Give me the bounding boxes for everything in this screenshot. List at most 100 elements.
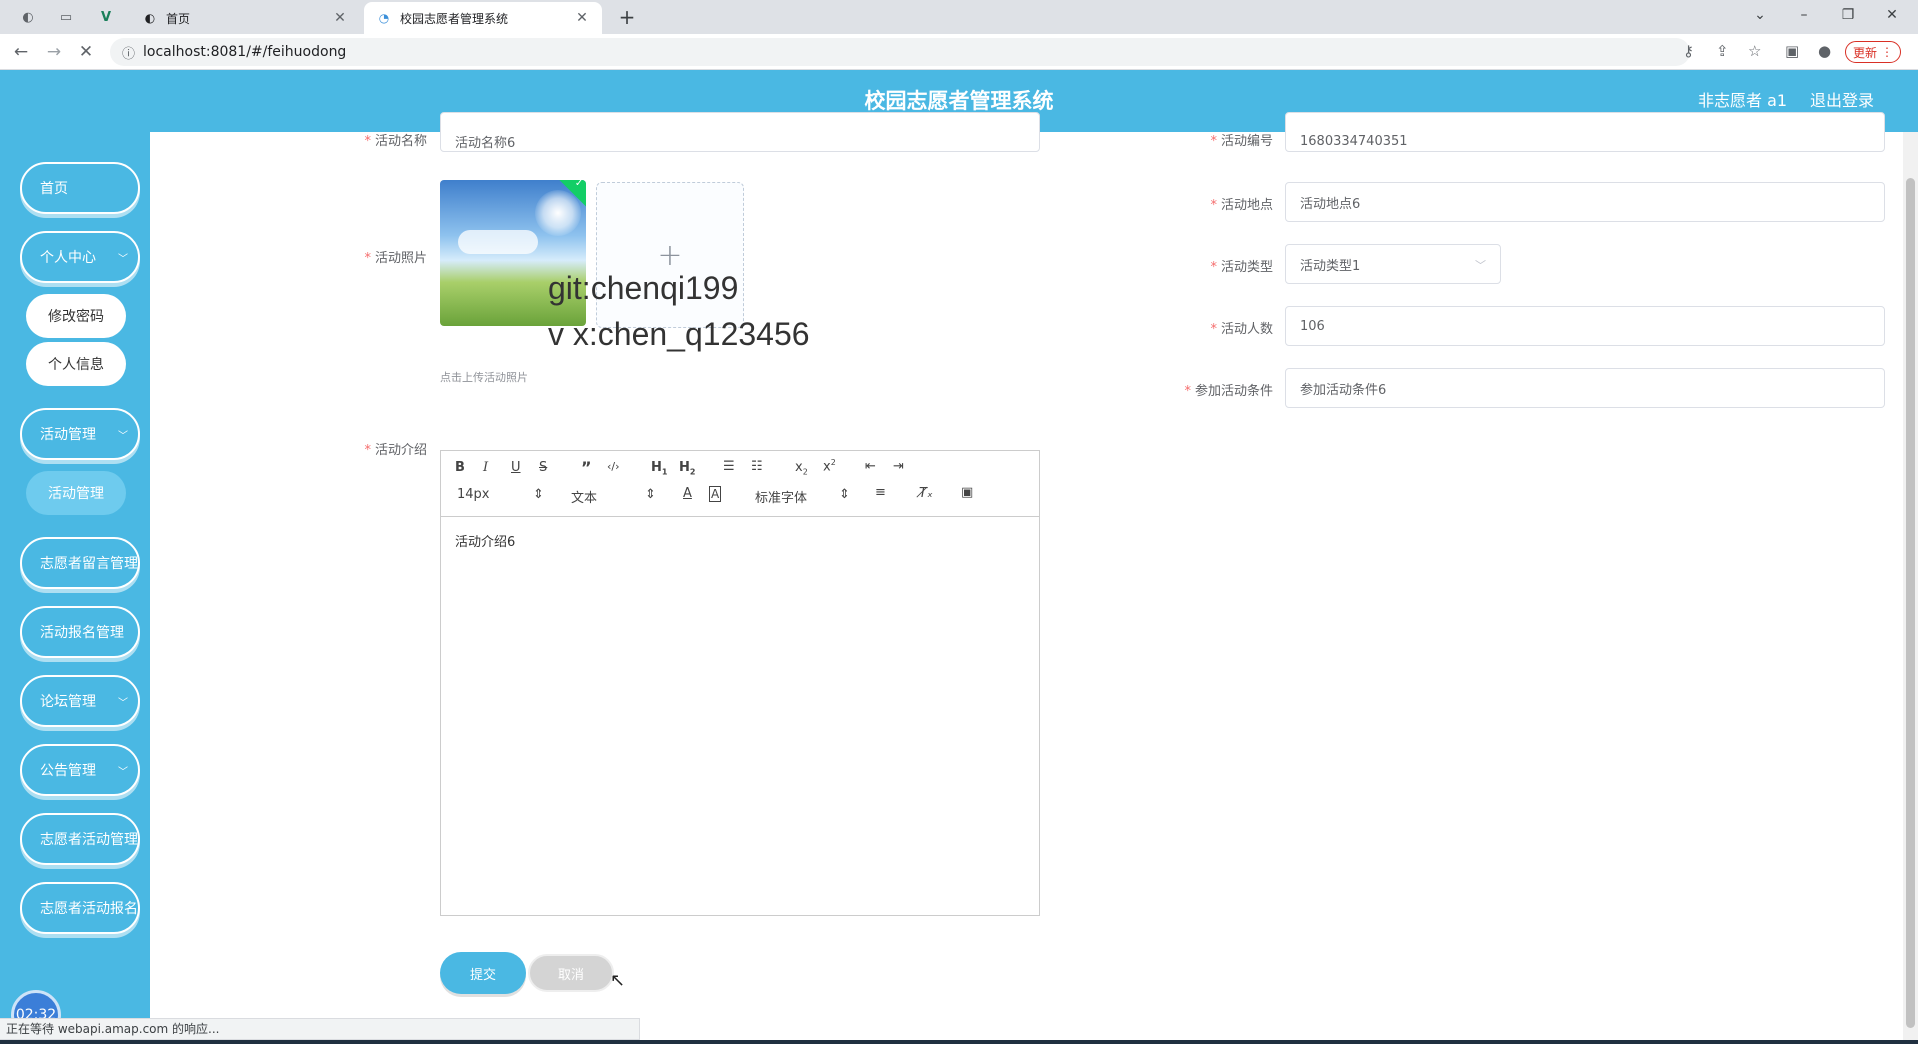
chevron-down-icon: ﹀ [118,697,128,709]
editor-text: 活动介绍6 [455,535,516,550]
count-label: * 活动人数 [1045,318,1273,337]
activity-count-input[interactable]: 106 [1285,306,1885,346]
omnibox[interactable]: ⓘ localhost:8081/#/feihuodong [110,38,1690,66]
scrollbar-thumb[interactable] [1906,178,1915,1028]
sidebar-subitem-personal-info[interactable]: 个人信息 [26,342,126,386]
sidebar-item-label: 公告管理 [40,763,96,779]
underline-icon[interactable]: U [511,460,521,475]
new-tab-button[interactable]: + [614,4,640,30]
indent-icon[interactable]: ⇥ [893,459,904,474]
cancel-button[interactable]: 取消 [528,954,614,992]
editor-content[interactable]: 活动介绍6 [441,517,1039,564]
sidebar-item-volunteer-activity[interactable]: 志愿者活动管理 [20,813,140,865]
activity-code-input[interactable]: 1680334740351 [1285,112,1885,152]
align-icon[interactable]: ≡ [875,485,886,500]
page-scrollbar[interactable] [1903,132,1918,1040]
sidebar-item-personal-center[interactable]: 个人中心 ﹀ [20,231,140,283]
browser-status-text: 正在等待 webapi.amap.com 的响应... [0,1018,640,1040]
sidebar-subitem-activity-manage[interactable]: 活动管理 [26,471,126,515]
activity-form: * 活动名称 活动名称6 * 活动编号 1680334740351 * 活动照片 ✓ … [150,112,1903,1040]
font-size-select[interactable]: 14px ⇕ [457,487,544,502]
activity-code-value: 1680334740351 [1300,133,1408,149]
sidebar-item-forum[interactable]: 论坛管理 ﹀ [20,675,140,727]
required-mark: * [364,251,371,266]
profile-icon[interactable]: ● [1818,42,1831,60]
sidebar-item-notice[interactable]: 公告管理 ﹀ [20,744,140,796]
ordered-list-icon[interactable]: ☰ [723,459,735,474]
key-icon[interactable]: ⚷ [1683,42,1694,60]
chevron-down-icon: ﹀ [118,253,128,265]
pinned-tab-vue-icon[interactable]: V [96,7,116,27]
font-family-select[interactable]: 标准字体 ⇕ [755,487,850,506]
side-panel-icon[interactable]: ▣ [1785,42,1799,60]
activity-type-select[interactable]: 活动类型1 ﹀ [1285,244,1501,284]
submit-button[interactable]: 提交 [440,952,526,994]
close-icon[interactable]: ✕ [332,10,348,26]
subscript-icon[interactable]: x2 [795,460,808,477]
sidebar-item-label: 个人中心 [40,250,96,266]
location-label-text: 活动地点 [1220,198,1273,213]
tab-title: 校园志愿者管理系统 [400,11,509,26]
editor-toolbar: B I U S ” ‹/› H1 H2 ☰ ☷ x2 x2 ⇤ ⇥ 14px ⇕ … [441,451,1039,517]
globe-icon: ◐ [144,11,156,25]
required-mark: * [1184,384,1191,399]
update-button[interactable]: 更新 ⋮ [1845,41,1901,63]
font-size-value: 14px [457,487,490,502]
sidebar-subitem-change-password[interactable]: 修改密码 [26,294,126,338]
photo-label: * 活动照片 [210,247,427,266]
browser-tab-bar: ◐ ▭ V ◐ 首页 ✕ ◔ 校园志愿者管理系统 ✕ + ⌄ – ❐ ✕ [0,0,1918,34]
pinned-tab-blank-icon[interactable]: ▭ [56,7,76,27]
info-icon[interactable]: ⓘ [122,43,135,62]
tab-search-icon[interactable]: ⌄ [1738,0,1782,32]
condition-label: * 参加活动条件 [1045,380,1273,399]
browser-tab-system[interactable]: ◔ 校园志愿者管理系统 ✕ [364,2,602,34]
bold-icon[interactable]: B [455,460,465,475]
header-select-value: 文本 [571,491,598,506]
activity-condition-input[interactable]: 参加活动条件6 [1285,368,1885,408]
background-color-icon[interactable]: A [709,486,722,502]
back-icon[interactable]: ← [9,40,33,64]
bullet-list-icon[interactable]: ☷ [751,459,763,474]
clear-format-icon[interactable]: T̸ₓ [919,486,933,501]
sidebar: 首页 个人中心 ﹀ 修改密码 个人信息 活动管理 ﹀ 活动管理 志愿者留言管理 … [0,132,150,1044]
star-icon[interactable]: ☆ [1748,42,1761,60]
sidebar-item-activity[interactable]: 活动管理 ﹀ [20,408,140,460]
outdent-icon[interactable]: ⇤ [865,459,876,474]
forward-icon[interactable]: → [42,40,66,64]
activity-location-input[interactable]: 活动地点6 [1285,182,1885,222]
strikethrough-icon[interactable]: S [539,460,547,475]
select-arrows-icon: ⇕ [645,487,656,502]
sidebar-item-label: 志愿者留言管理 [40,556,138,572]
code-block-icon[interactable]: ‹/› [607,460,620,473]
heading-1-icon[interactable]: H1 [651,460,667,477]
sidebar-item-volunteer-message[interactable]: 志愿者留言管理 [20,537,140,589]
rich-text-editor: B I U S ” ‹/› H1 H2 ☰ ☷ x2 x2 ⇤ ⇥ 14px ⇕ … [440,450,1040,916]
url-text[interactable]: localhost:8081/#/feihuodong [143,44,346,60]
share-icon[interactable]: ⇪ [1716,42,1729,60]
superscript-icon[interactable]: x2 [823,458,836,474]
activity-name-input[interactable]: 活动名称6 [440,112,1040,152]
header-select[interactable]: 文本 ⇕ [571,487,656,506]
activity-condition-value: 参加活动条件6 [1300,382,1387,398]
browser-tab-home[interactable]: ◐ 首页 ✕ [130,2,360,34]
image-icon[interactable]: ▣ [961,485,973,500]
font-color-icon[interactable]: A [683,486,692,501]
sidebar-item-label: 志愿者活动报名管理 [40,901,138,917]
blockquote-icon[interactable]: ” [581,458,592,477]
window-close-button[interactable]: ✕ [1870,0,1914,32]
stop-loading-icon[interactable]: ✕ [74,40,98,64]
minimize-button[interactable]: – [1782,0,1826,32]
intro-label: * 活动介绍 [210,439,427,458]
sidebar-item-volunteer-activity-signup[interactable]: 志愿者活动报名管理 [20,882,140,934]
close-icon[interactable]: ✕ [574,10,590,26]
sidebar-item-home[interactable]: 首页 [20,162,140,214]
pinned-tab-icon[interactable]: ◐ [18,7,38,27]
heading-2-icon[interactable]: H2 [679,460,695,477]
sidebar-item-activity-signup[interactable]: 活动报名管理 [20,606,140,658]
required-mark: * [1210,198,1217,213]
activity-name-value: 活动名称6 [455,135,516,151]
photo-sun [535,190,581,236]
site-favicon-icon: ◔ [378,11,390,25]
italic-icon[interactable]: I [483,460,488,475]
restore-button[interactable]: ❐ [1826,0,1870,32]
